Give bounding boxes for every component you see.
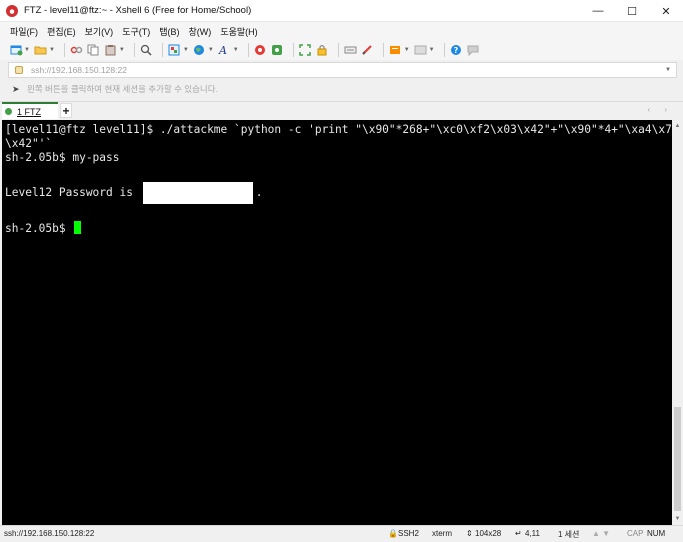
tab-nav-arrows-icon[interactable]: ‹ › (647, 105, 673, 114)
layout-dropdown-icon[interactable]: ▼ (429, 47, 435, 53)
session-hint-text: 왼쪽 버튼을 클릭하여 현재 세션을 추가할 수 있습니다. (27, 83, 218, 94)
menu-tab[interactable]: 탭(B) (159, 25, 179, 38)
svg-text:?: ? (454, 46, 459, 55)
keyboard-icon[interactable] (344, 43, 358, 57)
minimize-button[interactable]: — (581, 0, 615, 22)
toolbar: ▼ ▼ ▼ ▼ ▼ A ▼ ▼ ▼ ? (0, 40, 683, 60)
script-icon[interactable] (389, 43, 403, 57)
window-controls: — ☐ ✕ (581, 0, 683, 22)
open-dropdown-icon[interactable]: ▼ (49, 47, 55, 53)
lock-icon[interactable] (316, 43, 330, 57)
find-icon[interactable] (140, 43, 154, 57)
xshell-green-icon[interactable] (271, 43, 285, 57)
compose-icon[interactable] (361, 43, 375, 57)
window-title: FTZ - level11@ftz:~ - Xshell 6 (Free for… (24, 5, 252, 16)
ssh-lock-icon: 🔒 (388, 529, 398, 538)
svg-text:A: A (218, 44, 227, 56)
tab-ftz[interactable]: 1 FTZ (2, 102, 58, 119)
close-button[interactable]: ✕ (649, 0, 683, 22)
properties-icon[interactable] (168, 43, 182, 57)
session-hint-bar: ➤ 왼쪽 버튼을 클릭하여 현재 세션을 추가할 수 있습니다. (8, 81, 677, 96)
password-prefix: Level12 Password is (5, 186, 140, 199)
scroll-down-icon[interactable]: ▼ (672, 513, 683, 525)
pointer-icon: ➤ (12, 83, 20, 94)
status-connection: ssh://192.168.150.128:22 (4, 529, 95, 538)
toolbar-divider (161, 43, 163, 57)
address-lock-icon (15, 66, 23, 74)
globe-icon[interactable] (193, 43, 207, 57)
new-session-icon[interactable] (9, 43, 23, 57)
password-suffix: . (255, 186, 263, 199)
terminal-cursor (74, 221, 82, 234)
font-dropdown-icon[interactable]: ▼ (233, 47, 239, 53)
toolbar-divider (247, 43, 249, 57)
layout-icon[interactable] (414, 43, 428, 57)
menu-tools[interactable]: 도구(T) (122, 25, 150, 38)
size-icon: ⇕ (466, 529, 473, 538)
fullscreen-icon[interactable] (299, 43, 313, 57)
terminal-line: sh-2.05b$ my-pass (5, 151, 120, 164)
prompt-line: sh-2.05b$ (5, 221, 672, 235)
redacted-password-box (142, 182, 253, 204)
status-size: 104x28 (475, 529, 502, 538)
menu-help[interactable]: 도움말(H) (220, 25, 257, 38)
paste-dropdown-icon[interactable]: ▼ (119, 47, 125, 53)
address-field[interactable]: ssh://192.168.150.128:22 (31, 65, 127, 75)
menu-view[interactable]: 보기(V) (85, 25, 114, 38)
cursor-pos-icon: ↵ (515, 529, 522, 538)
terminal-output[interactable]: [level11@ftz level11]$ ./attackme `pytho… (2, 120, 672, 525)
status-bar: ssh://192.168.150.128:22 🔒 SSH2 xterm ⇕ … (0, 525, 683, 542)
open-folder-icon[interactable] (34, 43, 48, 57)
menu-edit[interactable]: 편집(E) (47, 25, 76, 38)
terminal-scrollbar[interactable]: ▲ ▼ (672, 120, 683, 525)
address-dropdown-icon[interactable]: ▼ (665, 67, 671, 73)
paste-icon[interactable] (104, 43, 118, 57)
status-num: NUM (647, 529, 666, 538)
toolbar-divider (292, 43, 294, 57)
copy-icon[interactable] (87, 43, 101, 57)
maximize-button[interactable]: ☐ (615, 0, 649, 22)
scrollbar-thumb[interactable] (674, 407, 681, 511)
session-nav-arrows-icon[interactable]: ▲ ▼ (592, 529, 610, 538)
prompt-text: sh-2.05b$ (5, 222, 73, 235)
status-cursor-position: 4,11 (525, 529, 540, 538)
status-cap: CAP (627, 529, 644, 538)
title-bar: FTZ - level11@ftz:~ - Xshell 6 (Free for… (0, 0, 683, 22)
globe-dropdown-icon[interactable]: ▼ (208, 47, 214, 53)
toolbar-divider (63, 43, 65, 57)
connected-status-icon (5, 108, 12, 115)
toolbar-divider (382, 43, 384, 57)
status-terminal-type: xterm (432, 529, 452, 538)
font-icon[interactable]: A (218, 43, 232, 57)
toolbar-divider (443, 43, 445, 57)
terminal-line: [level11@ftz level11]$ ./attackme `pytho… (5, 123, 672, 136)
new-session-dropdown-icon[interactable]: ▼ (24, 47, 30, 53)
scroll-up-icon[interactable]: ▲ (672, 120, 683, 132)
xftp-icon[interactable] (254, 43, 268, 57)
add-tab-button[interactable]: + (60, 103, 72, 118)
tab-bar: 1 FTZ + ‹ › (0, 101, 683, 119)
status-sessions: 1 세션 (558, 530, 580, 539)
address-bar[interactable]: ssh://192.168.150.128:22 ▼ (8, 62, 677, 78)
toolbar-divider (337, 43, 339, 57)
chat-icon[interactable] (467, 43, 481, 57)
menu-file[interactable]: 파일(F) (10, 25, 38, 38)
status-protocol: SSH2 (398, 529, 419, 538)
password-line: Level12 Password is . (5, 179, 672, 207)
menu-bar: 파일(F) 편집(E) 보기(V) 도구(T) 탭(B) 창(W) 도움말(H) (0, 22, 683, 40)
tab-label: 1 FTZ (17, 106, 41, 117)
disconnect-icon[interactable] (70, 43, 84, 57)
menu-window[interactable]: 창(W) (189, 25, 212, 38)
properties-dropdown-icon[interactable]: ▼ (183, 47, 189, 53)
script-dropdown-icon[interactable]: ▼ (404, 47, 410, 53)
toolbar-divider (133, 43, 135, 57)
help-icon[interactable]: ? (450, 43, 464, 57)
terminal-line: \x42"'` (5, 137, 53, 150)
xshell-app-icon (6, 4, 18, 17)
